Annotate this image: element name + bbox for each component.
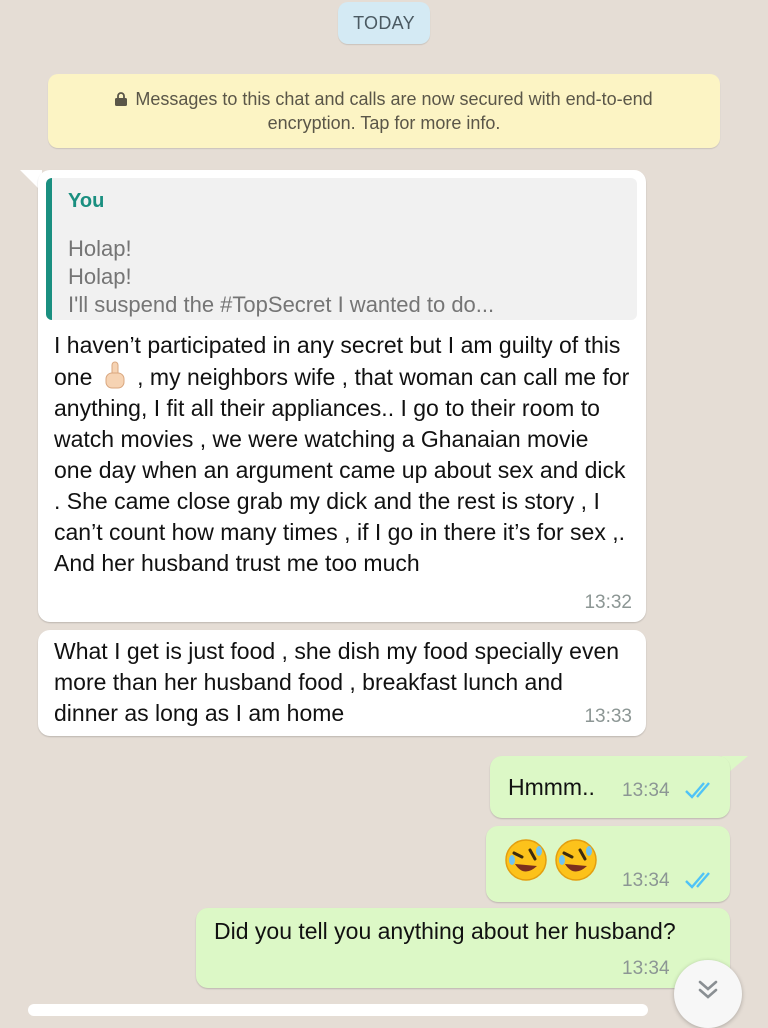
encryption-notice[interactable]: Messages to this chat and calls are now … <box>48 74 720 148</box>
quote-accent-bar <box>46 178 52 320</box>
message-text-part: , my neighbors wife , that woman can cal… <box>54 364 630 576</box>
message-composer[interactable] <box>28 1004 648 1016</box>
lock-icon <box>115 92 128 106</box>
quote-line: Holap! <box>68 236 132 261</box>
outgoing-message[interactable]: Did you tell you anything about her husb… <box>196 908 730 988</box>
message-text: Did you tell you anything about her husb… <box>214 918 676 944</box>
scroll-to-bottom-button[interactable] <box>674 960 742 1028</box>
quote-line: Holap! <box>68 264 132 289</box>
date-chip: TODAY <box>338 2 430 44</box>
message-time: 13:34 <box>622 870 670 891</box>
incoming-message[interactable]: What I get is just food , she dish my fo… <box>38 630 646 736</box>
outgoing-message[interactable]: 13:34 <box>486 826 730 902</box>
quoted-message[interactable]: You Holap! Holap! I'll suspend the #TopS… <box>46 178 637 320</box>
message-text: What I get is just food , she dish my fo… <box>54 638 620 726</box>
rolling-on-floor-laughing-emoji <box>505 839 547 881</box>
message-time: 13:34 <box>622 780 670 801</box>
index-pointing-up-emoji <box>105 361 125 389</box>
rolling-on-floor-laughing-emoji <box>555 839 597 881</box>
date-chip-label: TODAY <box>353 12 415 33</box>
message-text: Hmmm.. <box>508 774 595 800</box>
quote-author: You <box>68 190 105 212</box>
encryption-notice-text: Messages to this chat and calls are now … <box>135 89 653 133</box>
double-chevron-down-icon <box>698 980 718 999</box>
message-time: 13:32 <box>584 592 632 613</box>
emoji-row <box>504 838 604 882</box>
outgoing-message[interactable]: Hmmm.. 13:34 <box>490 756 730 818</box>
read-double-check-icon <box>685 782 710 799</box>
message-time: 13:34 <box>622 958 670 979</box>
message-text: I haven’t participated in any secret but… <box>54 330 632 579</box>
quote-line: I'll suspend the #TopSecret I wanted to … <box>68 292 495 317</box>
incoming-message[interactable]: You Holap! Holap! I'll suspend the #TopS… <box>38 170 646 622</box>
read-double-check-icon <box>685 872 710 889</box>
message-time: 13:33 <box>584 706 632 727</box>
